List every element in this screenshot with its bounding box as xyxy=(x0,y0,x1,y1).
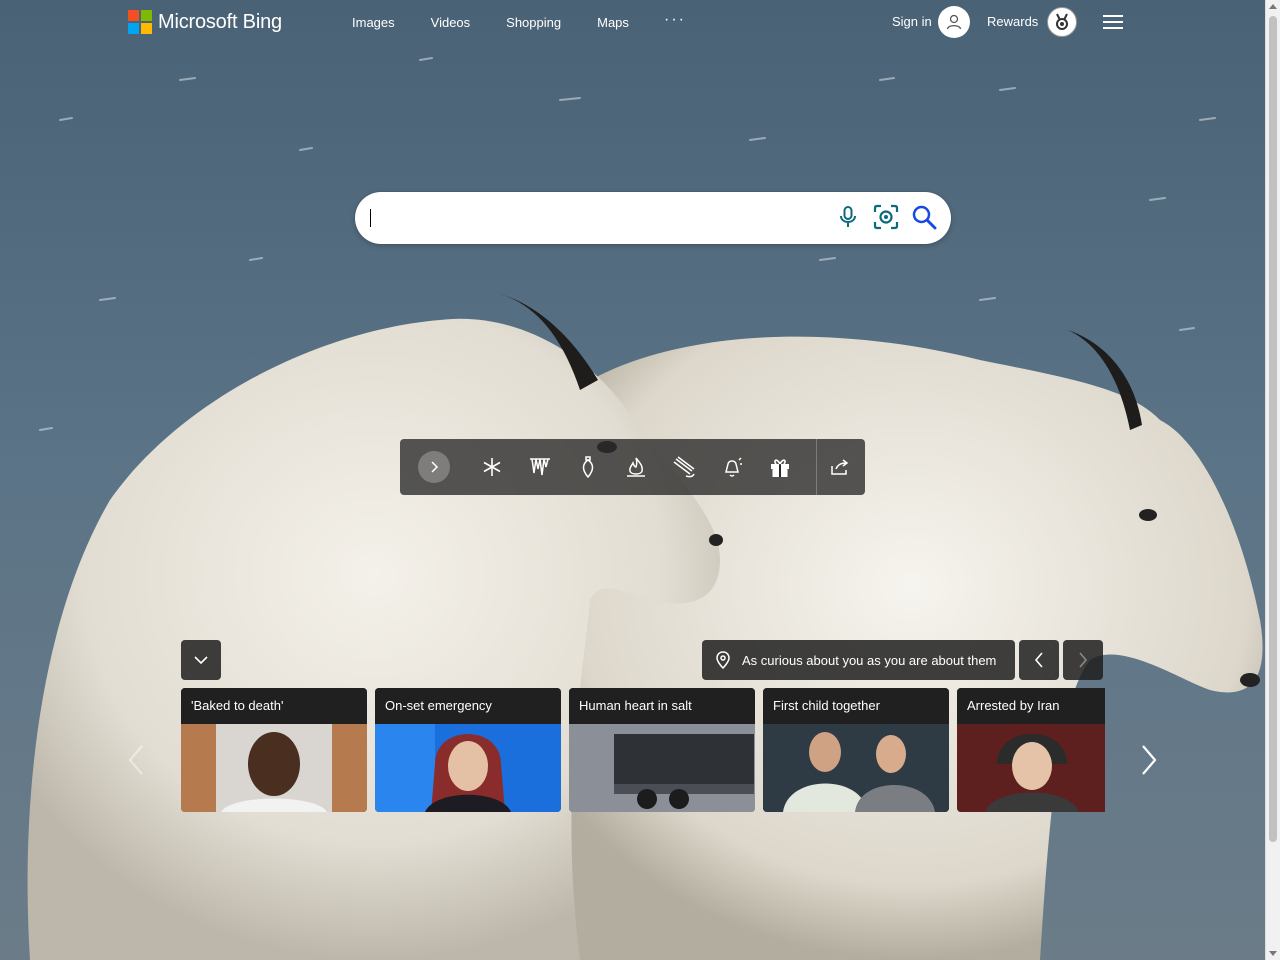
text-caret xyxy=(370,209,371,227)
news-carousel: 'Baked to death' On-set emergency Human … xyxy=(181,688,1105,812)
news-card[interactable]: Arrested by Iran xyxy=(957,688,1105,812)
more-menu-button[interactable]: ··· xyxy=(664,11,686,29)
top-header: Microsoft Bing Images Videos Shopping Ma… xyxy=(0,0,1265,46)
scrollbar-thumb[interactable] xyxy=(1269,16,1277,842)
chevron-left-icon xyxy=(1034,652,1043,668)
search-icon[interactable] xyxy=(911,204,937,230)
microphone-icon[interactable] xyxy=(835,204,861,230)
image-toolbar xyxy=(400,439,865,495)
snowflake-icon[interactable] xyxy=(480,455,504,479)
carousel-next-icon[interactable] xyxy=(1137,742,1161,778)
image-info-button[interactable]: As curious about you as you are about th… xyxy=(702,640,1015,680)
rewards-link[interactable]: Rewards xyxy=(987,14,1038,29)
news-card-title: First child together xyxy=(763,688,949,724)
news-card-title: 'Baked to death' xyxy=(181,688,367,724)
location-pin-icon xyxy=(714,651,732,669)
news-card-title: Arrested by Iran xyxy=(957,688,1105,724)
nav-videos[interactable]: Videos xyxy=(431,15,471,30)
visual-search-icon[interactable] xyxy=(873,204,899,230)
ornament-icon[interactable] xyxy=(576,455,600,479)
toolbar-divider xyxy=(816,439,817,495)
sign-in-link[interactable]: Sign in xyxy=(892,14,932,29)
news-card-title: Human heart in salt xyxy=(569,688,755,724)
bing-logo[interactable]: Microsoft Bing xyxy=(128,10,282,34)
icicles-icon[interactable] xyxy=(528,455,552,479)
previous-image-button[interactable] xyxy=(1019,640,1059,680)
scroll-up-icon[interactable] xyxy=(1269,4,1277,9)
scroll-down-icon[interactable] xyxy=(1269,951,1277,956)
sled-icon[interactable] xyxy=(672,455,696,479)
news-card[interactable]: First child together xyxy=(763,688,949,812)
hamburger-menu-icon[interactable] xyxy=(1101,11,1125,31)
nav-maps[interactable]: Maps xyxy=(597,15,629,30)
nav-shopping[interactable]: Shopping xyxy=(506,15,561,30)
news-card-image xyxy=(569,724,755,812)
news-card-image xyxy=(375,724,561,812)
news-card[interactable]: Human heart in salt xyxy=(569,688,755,812)
microsoft-logo-icon xyxy=(128,10,152,34)
news-card-title: On-set emergency xyxy=(375,688,561,724)
fire-icon[interactable] xyxy=(624,455,648,479)
news-card[interactable]: On-set emergency xyxy=(375,688,561,812)
gift-icon[interactable] xyxy=(768,455,792,479)
collapse-news-button[interactable] xyxy=(181,640,221,680)
search-box xyxy=(355,192,951,244)
share-icon[interactable] xyxy=(828,455,852,479)
news-card-image xyxy=(181,724,367,812)
search-input[interactable] xyxy=(369,204,813,234)
search-actions xyxy=(835,204,937,230)
nav-images[interactable]: Images xyxy=(352,15,395,30)
news-card-image xyxy=(957,724,1105,812)
image-tagline: As curious about you as you are about th… xyxy=(742,652,997,668)
bell-icon[interactable] xyxy=(720,455,744,479)
chevron-down-icon xyxy=(194,656,208,665)
next-image-button[interactable] xyxy=(1063,640,1103,680)
chevron-right-icon[interactable] xyxy=(418,451,450,483)
logo-text: Microsoft Bing xyxy=(158,10,282,33)
news-card[interactable]: 'Baked to death' xyxy=(181,688,367,812)
page-scrollbar[interactable] xyxy=(1265,0,1280,960)
carousel-prev-icon[interactable] xyxy=(124,742,148,778)
user-avatar-icon[interactable] xyxy=(938,6,970,38)
rewards-medal-icon[interactable] xyxy=(1047,7,1077,37)
news-card-image xyxy=(763,724,949,812)
top-nav: Images Videos Shopping Maps ··· xyxy=(352,11,684,30)
chevron-right-icon xyxy=(1079,652,1088,668)
